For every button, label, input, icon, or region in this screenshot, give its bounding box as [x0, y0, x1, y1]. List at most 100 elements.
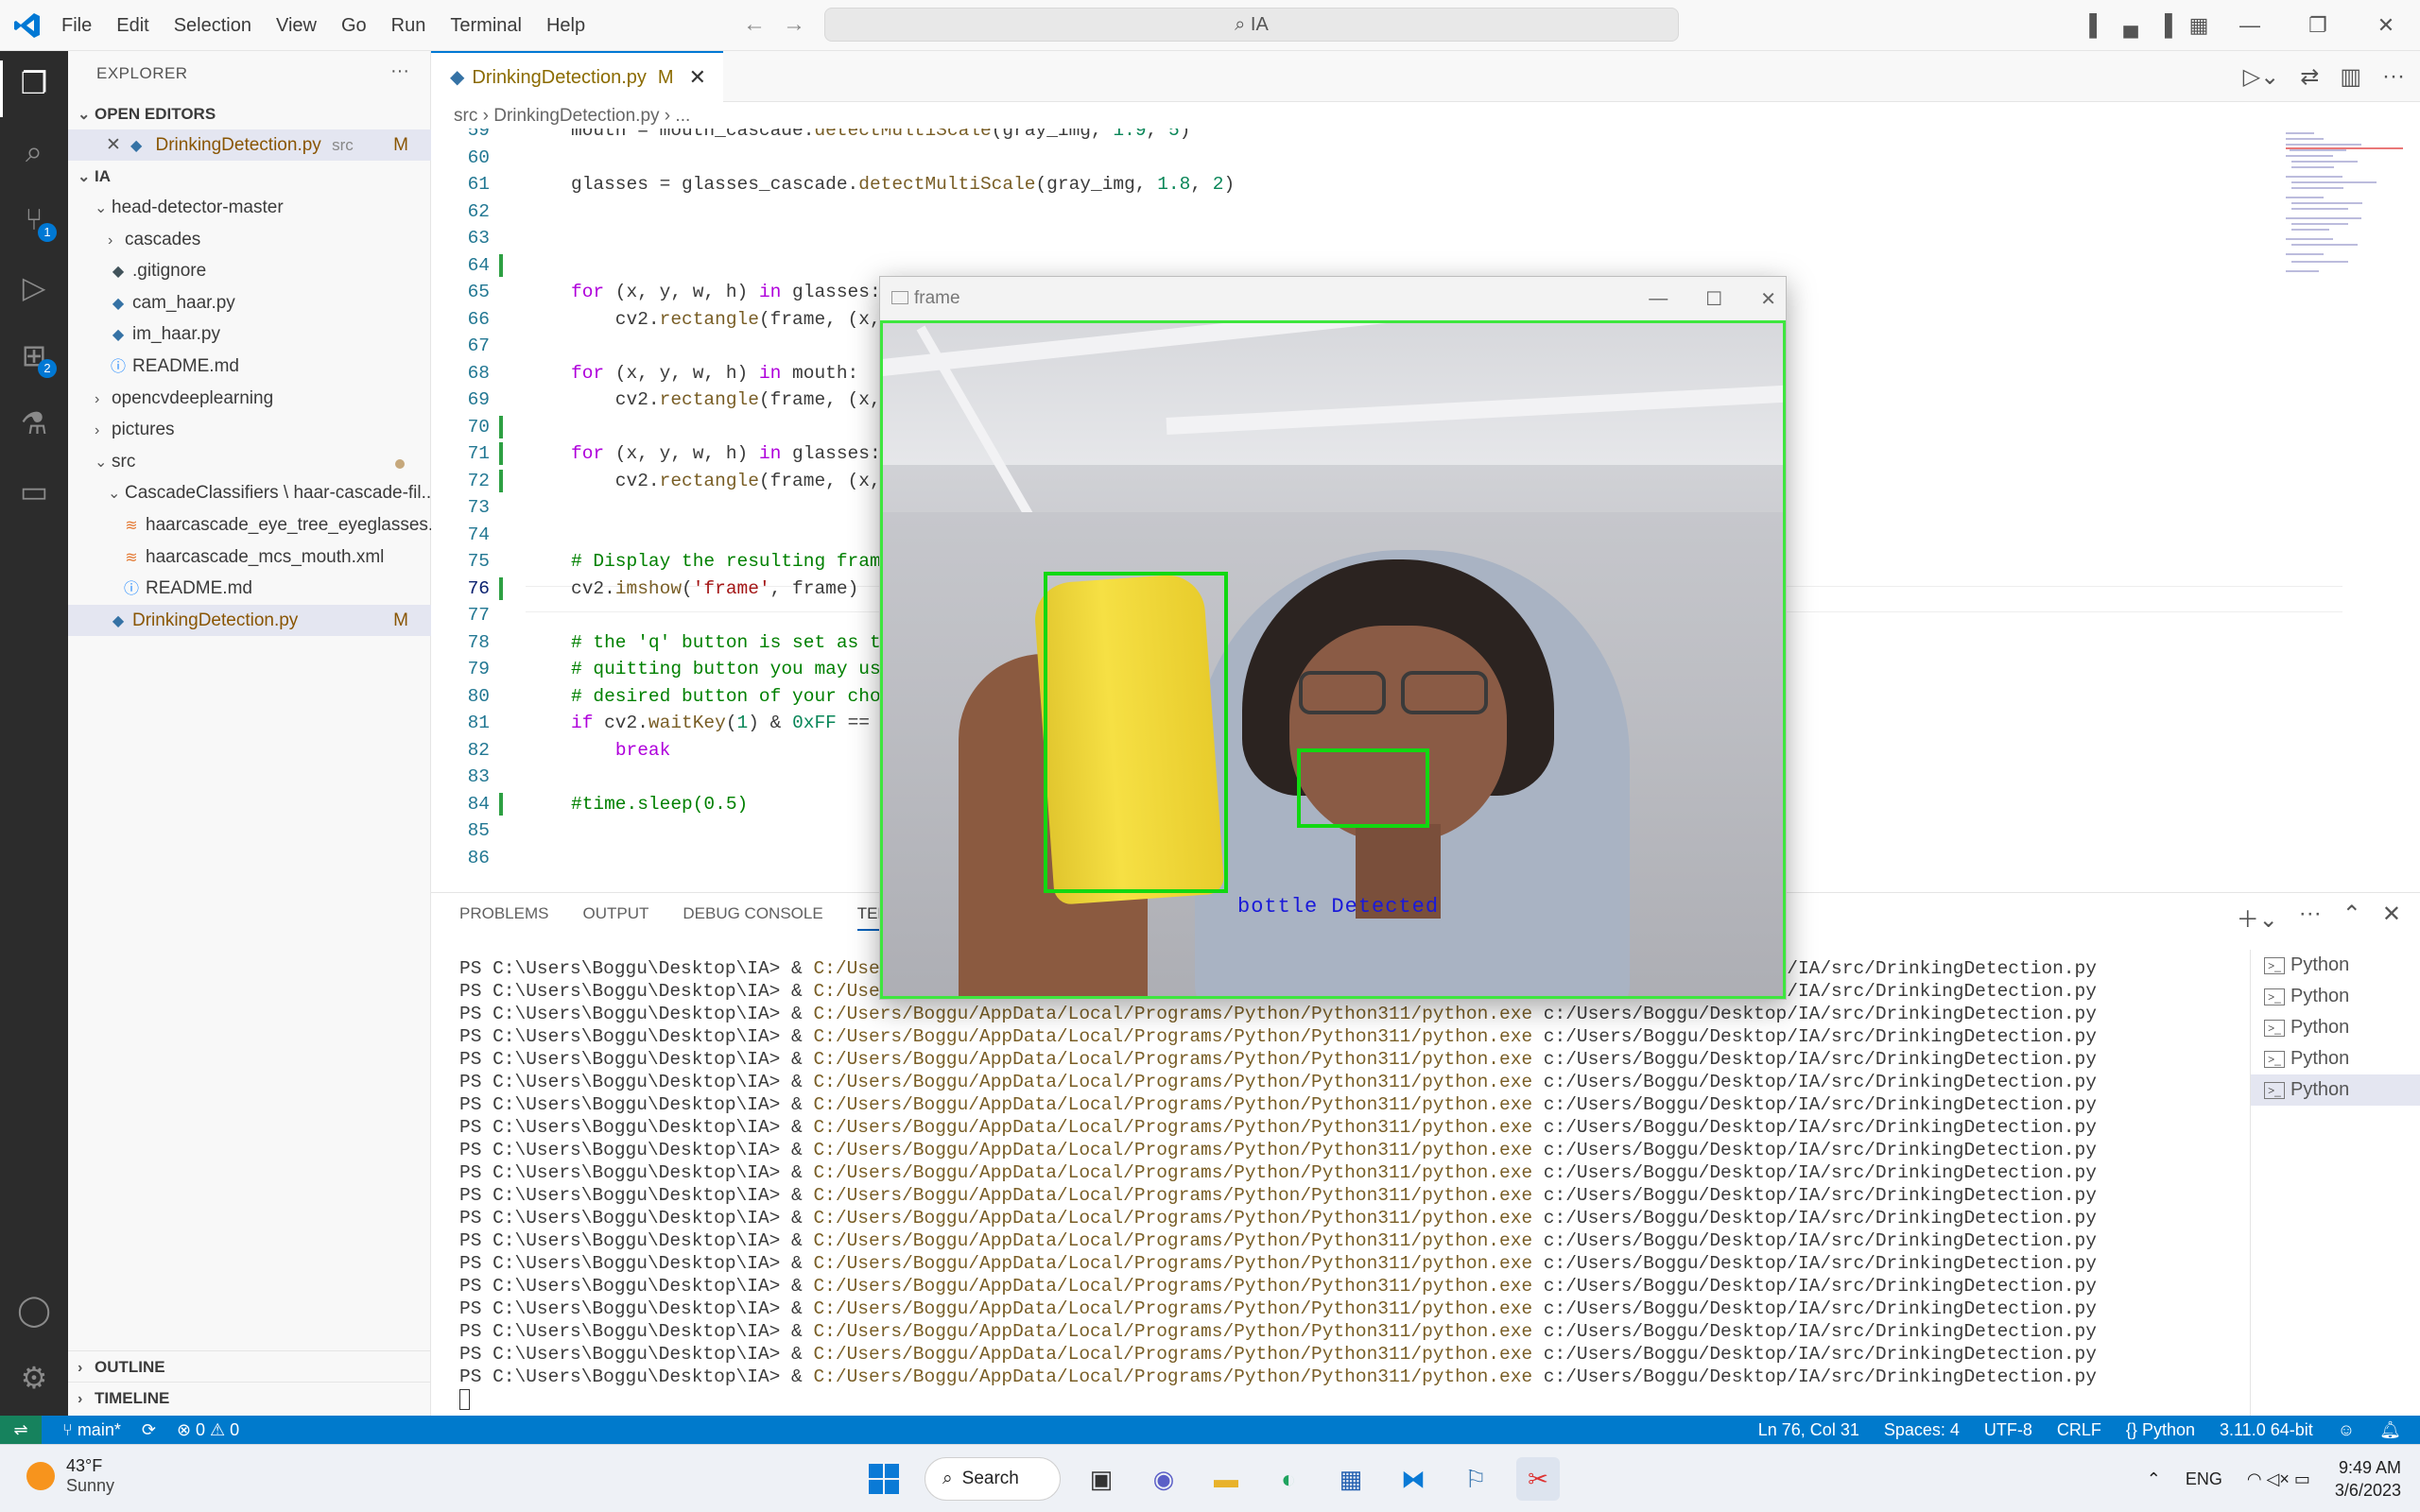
- more-actions-icon[interactable]: ···: [390, 60, 409, 82]
- feedback-icon[interactable]: ☺: [2338, 1416, 2355, 1444]
- breadcrumb-item[interactable]: src: [454, 106, 477, 126]
- terminal-instance[interactable]: >_ Python: [2251, 1012, 2420, 1043]
- code-line[interactable]: 60: [431, 145, 2322, 172]
- python-interpreter[interactable]: 3.11.0 64-bit: [2220, 1416, 2313, 1444]
- tree-item[interactable]: ≋ haarcascade_mcs_mouth.xml: [68, 541, 431, 573]
- vscode-taskbar-icon[interactable]: ⧓: [1392, 1457, 1435, 1501]
- frame-window-titlebar[interactable]: frame — ☐ ✕: [880, 277, 1786, 320]
- menu-item-terminal[interactable]: Terminal: [438, 15, 534, 37]
- tab-debug-console[interactable]: DEBUG CONSOLE: [683, 904, 822, 931]
- edge-browser-icon[interactable]: ◐: [1267, 1457, 1310, 1501]
- indentation[interactable]: Spaces: 4: [1884, 1416, 1960, 1444]
- breadcrumb-item[interactable]: DrinkingDetection.py: [493, 106, 659, 126]
- wifi-volume-battery-icons[interactable]: ◠ ◁× ▭: [2247, 1469, 2310, 1489]
- maximize-panel-icon[interactable]: ⌃: [2342, 901, 2361, 934]
- menu-item-file[interactable]: File: [49, 15, 104, 37]
- testing-flask-icon[interactable]: ⚗: [13, 403, 55, 444]
- branch-status[interactable]: ⑂ main*: [62, 1416, 121, 1444]
- encoding[interactable]: UTF-8: [1984, 1416, 2032, 1444]
- more-actions-icon[interactable]: ···: [2299, 901, 2322, 934]
- terminal-instance[interactable]: >_ Python: [2251, 1043, 2420, 1074]
- forward-arrow-icon[interactable]: →: [783, 11, 822, 37]
- tree-item[interactable]: ⌄ head-detector-master: [68, 192, 431, 223]
- more-actions-icon[interactable]: ···: [2382, 63, 2405, 90]
- extensions-icon[interactable]: ⊞ 2: [13, 335, 57, 378]
- input-language[interactable]: ENG: [2186, 1469, 2222, 1489]
- customize-layout-icon[interactable]: ▦: [2182, 13, 2216, 38]
- frame-window[interactable]: frame — ☐ ✕ bottle Detected: [879, 276, 1787, 1000]
- code-line[interactable]: 63: [431, 225, 2322, 252]
- tree-item[interactable]: ◆ cam_haar.py: [68, 287, 431, 318]
- search-icon[interactable]: ⌕: [13, 130, 55, 172]
- problems-status[interactable]: ⊗ 0 ⚠ 0: [177, 1416, 239, 1444]
- restore-button[interactable]: ❐: [2284, 13, 2352, 38]
- tree-item[interactable]: ⓘ README.md: [68, 351, 431, 382]
- tree-item[interactable]: ⌄ CascadeClassifiers \ haar-cascade-fil..…: [68, 477, 431, 508]
- tab-problems[interactable]: PROBLEMS: [459, 904, 548, 931]
- file-explorer-icon[interactable]: ▬: [1204, 1457, 1248, 1501]
- manage-gear-icon[interactable]: ⚙: [13, 1357, 55, 1399]
- notifications-bell-icon[interactable]: 🔔︎: [2379, 1416, 2401, 1444]
- clock[interactable]: 9:49 AM 3/6/2023: [2335, 1456, 2401, 1502]
- snipping-tool-icon[interactable]: ✂: [1516, 1457, 1560, 1501]
- workspace-root[interactable]: ⌄ IA: [68, 161, 431, 192]
- source-control-icon[interactable]: ⑂ 1: [13, 198, 57, 242]
- open-editors-header[interactable]: ⌄ OPEN EDITORS: [68, 98, 431, 129]
- timeline-section[interactable]: › TIMELINE: [68, 1382, 431, 1413]
- code-line[interactable]: 62: [431, 198, 2322, 226]
- minimize-button[interactable]: —: [2216, 13, 2284, 38]
- menu-item-go[interactable]: Go: [329, 15, 379, 37]
- open-editor-item[interactable]: ✕ ◆ DrinkingDetection.py src M: [68, 129, 431, 161]
- remote-explorer-icon[interactable]: ▭: [13, 471, 55, 512]
- menu-item-help[interactable]: Help: [534, 15, 597, 37]
- close-button[interactable]: ✕: [1760, 287, 1776, 311]
- explorer-files-icon[interactable]: ❐: [13, 62, 55, 104]
- store-icon[interactable]: ▦: [1329, 1457, 1373, 1501]
- tree-item[interactable]: ◆ .gitignore: [68, 255, 431, 286]
- windows-start-icon[interactable]: [862, 1457, 906, 1501]
- run-python-file-icon[interactable]: ▷⌄: [2243, 63, 2280, 91]
- close-icon[interactable]: ✕: [106, 135, 121, 155]
- taskbar-search[interactable]: ⌕ Search: [925, 1457, 1061, 1501]
- task-view-icon[interactable]: ▣: [1080, 1457, 1123, 1501]
- toggle-secondary-sidebar-icon[interactable]: ▐: [2148, 13, 2182, 38]
- code-line[interactable]: 64: [431, 252, 2322, 280]
- command-center-search[interactable]: ⌕ IA: [824, 8, 1679, 42]
- tab-output[interactable]: OUTPUT: [582, 904, 648, 931]
- menu-item-run[interactable]: Run: [379, 15, 439, 37]
- tree-item[interactable]: › cascades: [68, 224, 431, 255]
- maximize-button[interactable]: ☐: [1705, 287, 1722, 311]
- minimize-button[interactable]: —: [1649, 288, 1668, 310]
- tree-item[interactable]: ⌄ src: [68, 446, 431, 477]
- toggle-panel-icon[interactable]: ▄: [2114, 13, 2148, 38]
- terminal-output[interactable]: PS C:\Users\Boggu\Desktop\IA> & C:/Users…: [459, 957, 2097, 1411]
- split-editor-icon[interactable]: ▥: [2340, 63, 2361, 91]
- back-arrow-icon[interactable]: ←: [743, 11, 783, 37]
- python-taskbar-icon[interactable]: ⚐: [1454, 1457, 1497, 1501]
- nav-arrows[interactable]: ←→: [743, 11, 822, 38]
- terminal-instance[interactable]: >_ Python: [2251, 1074, 2420, 1106]
- close-tab-icon[interactable]: ✕: [689, 53, 706, 102]
- minimap[interactable]: [2284, 129, 2407, 318]
- close-panel-icon[interactable]: ✕: [2382, 901, 2401, 934]
- tree-item[interactable]: ⓘ README.md: [68, 573, 431, 604]
- tree-item[interactable]: ◆ DrinkingDetection.py M: [68, 604, 431, 636]
- outline-section[interactable]: › OUTLINE: [68, 1350, 431, 1382]
- tree-item[interactable]: ≋ haarcascade_eye_tree_eyeglasses....: [68, 509, 431, 541]
- cursor-position[interactable]: Ln 76, Col 31: [1758, 1416, 1859, 1444]
- breadcrumb-item[interactable]: ...: [675, 106, 690, 126]
- menu-item-selection[interactable]: Selection: [162, 15, 264, 37]
- menu-item-edit[interactable]: Edit: [104, 15, 161, 37]
- tree-item[interactable]: › opencvdeeplearning: [68, 383, 431, 414]
- code-line[interactable]: 59 mouth = mouth_cascade.detectMultiScale…: [431, 129, 2322, 145]
- teams-chat-icon[interactable]: ◉: [1142, 1457, 1185, 1501]
- open-changes-icon[interactable]: ⇄: [2300, 63, 2319, 91]
- tree-item[interactable]: ◆ im_haar.py: [68, 318, 431, 350]
- run-debug-icon[interactable]: ▷: [13, 266, 55, 308]
- line-ending[interactable]: CRLF: [2057, 1416, 2101, 1444]
- tree-item[interactable]: › pictures: [68, 414, 431, 445]
- language-mode[interactable]: {} Python: [2126, 1416, 2195, 1444]
- accounts-icon[interactable]: ◯: [13, 1289, 55, 1331]
- code-line[interactable]: 61 glasses = glasses_cascade.detectMultiS…: [431, 171, 2322, 198]
- terminal-instance[interactable]: >_ Python: [2251, 950, 2420, 981]
